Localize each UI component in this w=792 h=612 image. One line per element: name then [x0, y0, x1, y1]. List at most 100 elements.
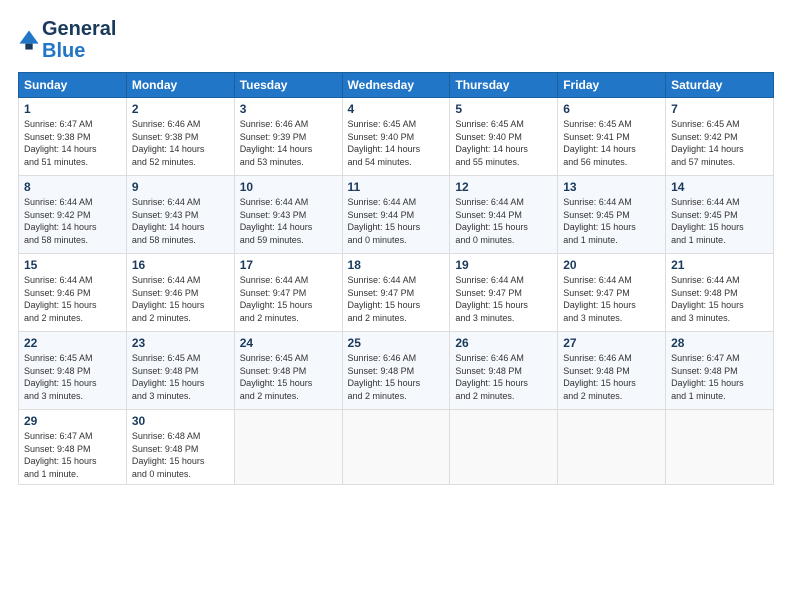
calendar-cell: 10Sunrise: 6:44 AMSunset: 9:43 PMDayligh…	[234, 176, 342, 254]
calendar-cell	[342, 410, 450, 485]
cell-info: Sunrise: 6:45 AMSunset: 9:48 PMDaylight:…	[240, 352, 337, 402]
cell-info: Sunrise: 6:44 AMSunset: 9:42 PMDaylight:…	[24, 196, 121, 246]
cell-info: Sunrise: 6:47 AMSunset: 9:38 PMDaylight:…	[24, 118, 121, 168]
calendar-cell: 1 Sunrise: 6:47 AMSunset: 9:38 PMDaylight…	[19, 98, 127, 176]
calendar-cell: 28Sunrise: 6:47 AMSunset: 9:48 PMDayligh…	[666, 332, 774, 410]
calendar-cell: 4 Sunrise: 6:45 AMSunset: 9:40 PMDaylight…	[342, 98, 450, 176]
cell-info: Sunrise: 6:44 AMSunset: 9:44 PMDaylight:…	[348, 196, 445, 246]
calendar-cell	[558, 410, 666, 485]
day-number: 21	[671, 258, 768, 272]
day-number: 10	[240, 180, 337, 194]
weekday-header-cell: Sunday	[19, 73, 127, 98]
calendar-cell: 2 Sunrise: 6:46 AMSunset: 9:38 PMDaylight…	[126, 98, 234, 176]
day-number: 12	[455, 180, 552, 194]
calendar-cell: 12 Sunrise: 6:44 AMSunset: 9:44 PMDayligh…	[450, 176, 558, 254]
cell-info: Sunrise: 6:44 AMSunset: 9:46 PMDaylight:…	[24, 274, 121, 324]
calendar-cell: 3 Sunrise: 6:46 AMSunset: 9:39 PMDaylight…	[234, 98, 342, 176]
day-number: 8	[24, 180, 121, 194]
day-number: 25	[348, 336, 445, 350]
calendar-week: 1 Sunrise: 6:47 AMSunset: 9:38 PMDaylight…	[19, 98, 774, 176]
calendar-cell: 24 Sunrise: 6:45 AMSunset: 9:48 PMDayligh…	[234, 332, 342, 410]
day-number: 6	[563, 102, 660, 116]
calendar-cell: 19 Sunrise: 6:44 AMSunset: 9:47 PMDayligh…	[450, 254, 558, 332]
day-number: 1	[24, 102, 121, 116]
calendar-cell: 20 Sunrise: 6:44 AMSunset: 9:47 PMDayligh…	[558, 254, 666, 332]
day-number: 28	[671, 336, 768, 350]
weekday-header-cell: Friday	[558, 73, 666, 98]
day-number: 27	[563, 336, 660, 350]
day-number: 22	[24, 336, 121, 350]
weekday-header: SundayMondayTuesdayWednesdayThursdayFrid…	[19, 73, 774, 98]
day-number: 26	[455, 336, 552, 350]
calendar-cell: 13 Sunrise: 6:44 AMSunset: 9:45 PMDayligh…	[558, 176, 666, 254]
day-number: 15	[24, 258, 121, 272]
calendar-cell: 22 Sunrise: 6:45 AMSunset: 9:48 PMDayligh…	[19, 332, 127, 410]
cell-info: Sunrise: 6:46 AMSunset: 9:48 PMDaylight:…	[455, 352, 552, 402]
calendar-cell	[666, 410, 774, 485]
cell-info: Sunrise: 6:46 AMSunset: 9:48 PMDaylight:…	[563, 352, 660, 402]
cell-info: Sunrise: 6:45 AMSunset: 9:48 PMDaylight:…	[132, 352, 229, 402]
logo: General Blue	[18, 18, 116, 62]
day-number: 29	[24, 414, 121, 428]
day-number: 17	[240, 258, 337, 272]
calendar-week: 22 Sunrise: 6:45 AMSunset: 9:48 PMDayligh…	[19, 332, 774, 410]
calendar-cell: 26 Sunrise: 6:46 AMSunset: 9:48 PMDayligh…	[450, 332, 558, 410]
calendar-cell	[234, 410, 342, 485]
logo-text: General Blue	[42, 18, 116, 62]
day-number: 19	[455, 258, 552, 272]
cell-info: Sunrise: 6:44 AMSunset: 9:44 PMDaylight:…	[455, 196, 552, 246]
calendar-cell: 5Sunrise: 6:45 AMSunset: 9:40 PMDaylight…	[450, 98, 558, 176]
cell-info: Sunrise: 6:46 AMSunset: 9:39 PMDaylight:…	[240, 118, 337, 168]
day-number: 7	[671, 102, 768, 116]
calendar: SundayMondayTuesdayWednesdayThursdayFrid…	[18, 72, 774, 485]
cell-info: Sunrise: 6:44 AMSunset: 9:48 PMDaylight:…	[671, 274, 768, 324]
cell-info: Sunrise: 6:48 AMSunset: 9:48 PMDaylight:…	[132, 430, 229, 480]
calendar-cell: 29Sunrise: 6:47 AMSunset: 9:48 PMDayligh…	[19, 410, 127, 485]
weekday-header-cell: Thursday	[450, 73, 558, 98]
cell-info: Sunrise: 6:44 AMSunset: 9:45 PMDaylight:…	[563, 196, 660, 246]
calendar-week: 29Sunrise: 6:47 AMSunset: 9:48 PMDayligh…	[19, 410, 774, 485]
cell-info: Sunrise: 6:45 AMSunset: 9:40 PMDaylight:…	[455, 118, 552, 168]
day-number: 9	[132, 180, 229, 194]
calendar-cell: 17Sunrise: 6:44 AMSunset: 9:47 PMDayligh…	[234, 254, 342, 332]
day-number: 16	[132, 258, 229, 272]
weekday-header-cell: Wednesday	[342, 73, 450, 98]
cell-info: Sunrise: 6:44 AMSunset: 9:43 PMDaylight:…	[132, 196, 229, 246]
header: General Blue	[18, 18, 774, 62]
day-number: 4	[348, 102, 445, 116]
calendar-cell: 11 Sunrise: 6:44 AMSunset: 9:44 PMDayligh…	[342, 176, 450, 254]
calendar-cell: 6Sunrise: 6:45 AMSunset: 9:41 PMDaylight…	[558, 98, 666, 176]
calendar-cell: 30Sunrise: 6:48 AMSunset: 9:48 PMDayligh…	[126, 410, 234, 485]
cell-info: Sunrise: 6:45 AMSunset: 9:40 PMDaylight:…	[348, 118, 445, 168]
cell-info: Sunrise: 6:44 AMSunset: 9:47 PMDaylight:…	[563, 274, 660, 324]
day-number: 14	[671, 180, 768, 194]
cell-info: Sunrise: 6:46 AMSunset: 9:38 PMDaylight:…	[132, 118, 229, 168]
calendar-cell: 16 Sunrise: 6:44 AMSunset: 9:46 PMDayligh…	[126, 254, 234, 332]
day-number: 13	[563, 180, 660, 194]
cell-info: Sunrise: 6:44 AMSunset: 9:45 PMDaylight:…	[671, 196, 768, 246]
weekday-header-cell: Monday	[126, 73, 234, 98]
calendar-cell: 7 Sunrise: 6:45 AMSunset: 9:42 PMDaylight…	[666, 98, 774, 176]
day-number: 23	[132, 336, 229, 350]
calendar-cell: 15 Sunrise: 6:44 AMSunset: 9:46 PMDayligh…	[19, 254, 127, 332]
day-number: 11	[348, 180, 445, 194]
cell-info: Sunrise: 6:44 AMSunset: 9:46 PMDaylight:…	[132, 274, 229, 324]
day-number: 20	[563, 258, 660, 272]
cell-info: Sunrise: 6:46 AMSunset: 9:48 PMDaylight:…	[348, 352, 445, 402]
cell-info: Sunrise: 6:45 AMSunset: 9:42 PMDaylight:…	[671, 118, 768, 168]
cell-info: Sunrise: 6:45 AMSunset: 9:48 PMDaylight:…	[24, 352, 121, 402]
weekday-header-cell: Tuesday	[234, 73, 342, 98]
calendar-body: 1 Sunrise: 6:47 AMSunset: 9:38 PMDaylight…	[19, 98, 774, 485]
page: General Blue SundayMondayTuesdayWednesda…	[0, 0, 792, 612]
logo-icon	[18, 29, 40, 51]
cell-info: Sunrise: 6:44 AMSunset: 9:47 PMDaylight:…	[455, 274, 552, 324]
calendar-cell: 18Sunrise: 6:44 AMSunset: 9:47 PMDayligh…	[342, 254, 450, 332]
day-number: 3	[240, 102, 337, 116]
day-number: 24	[240, 336, 337, 350]
calendar-cell	[450, 410, 558, 485]
calendar-cell: 23 Sunrise: 6:45 AMSunset: 9:48 PMDayligh…	[126, 332, 234, 410]
calendar-cell: 14 Sunrise: 6:44 AMSunset: 9:45 PMDayligh…	[666, 176, 774, 254]
calendar-cell: 8 Sunrise: 6:44 AMSunset: 9:42 PMDaylight…	[19, 176, 127, 254]
day-number: 18	[348, 258, 445, 272]
day-number: 2	[132, 102, 229, 116]
